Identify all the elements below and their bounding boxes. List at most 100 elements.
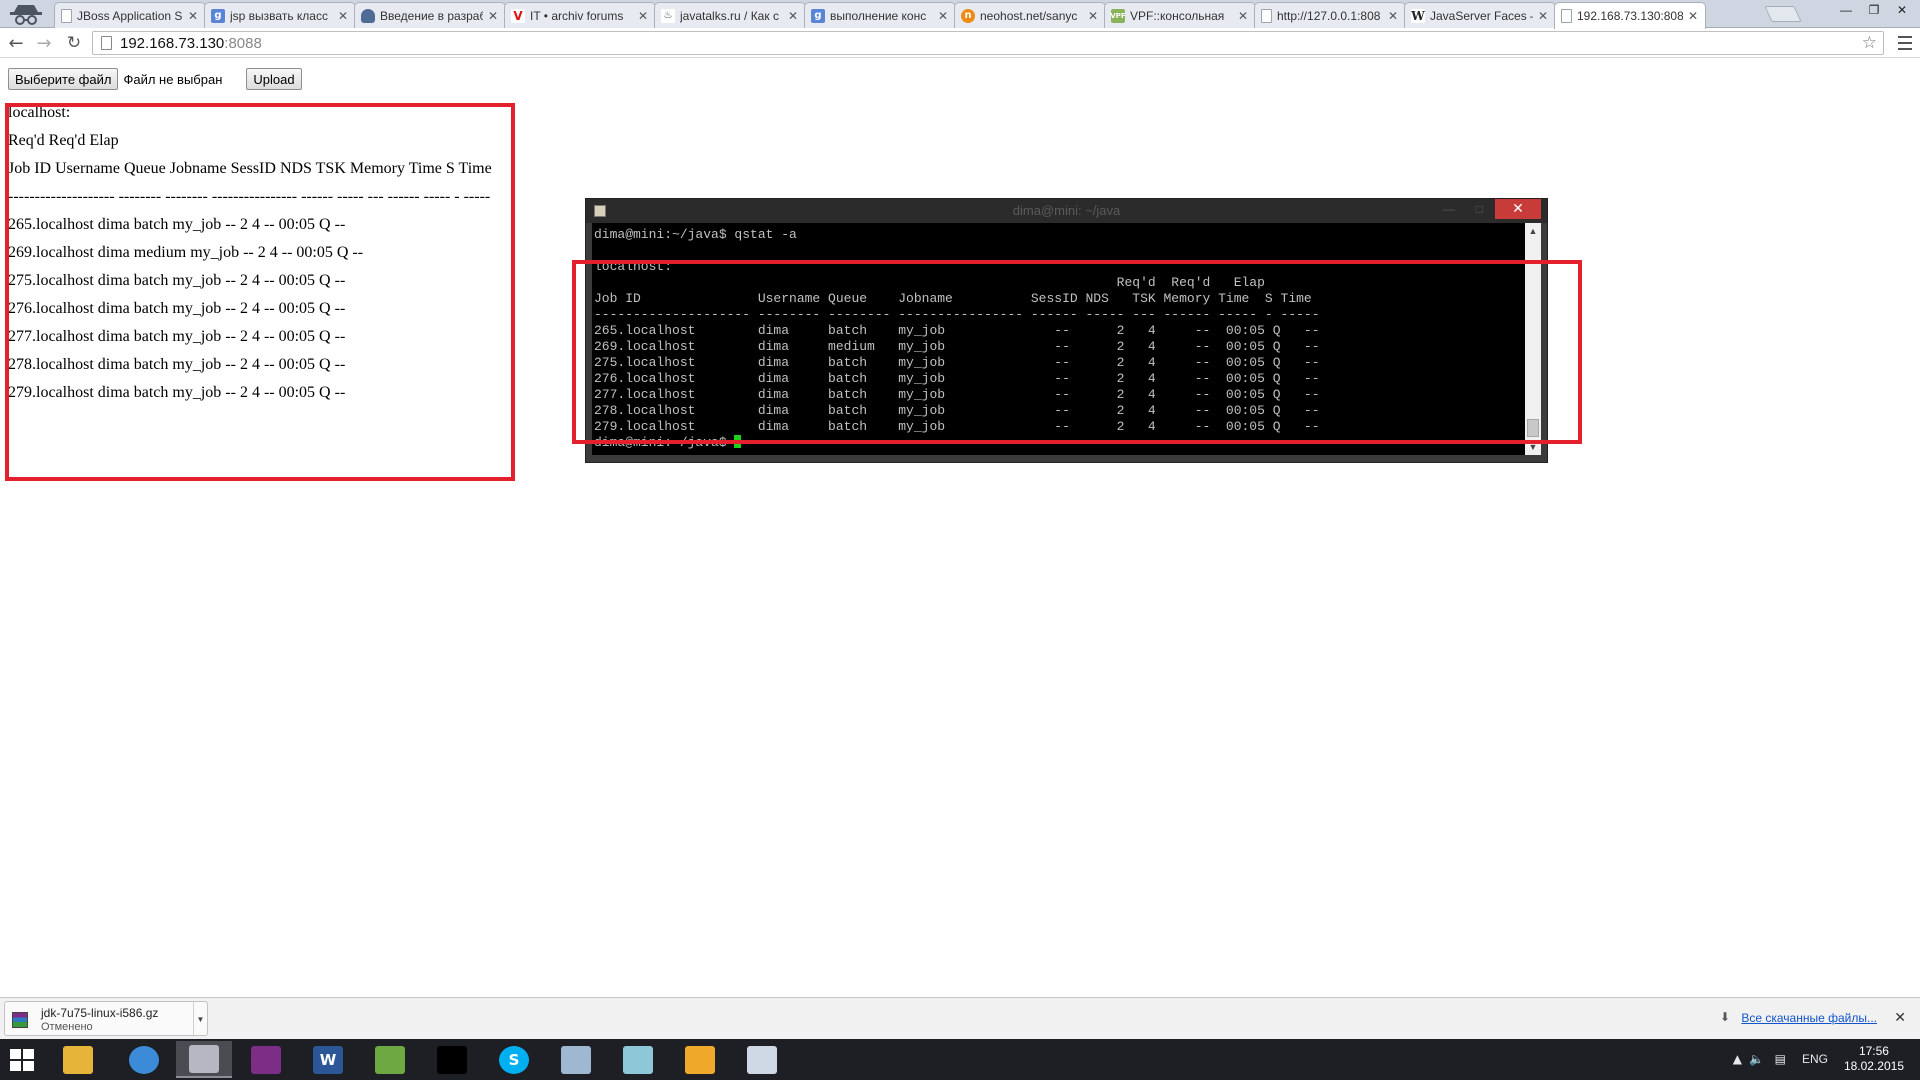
browser-tab[interactable]: n neohost.net/sanyc ✕ (954, 2, 1106, 28)
reload-icon[interactable]: ↻ (62, 32, 86, 54)
show-all-downloads-link[interactable]: Все скачанные файлы... (1741, 1011, 1877, 1025)
wikipedia-icon: W (1411, 8, 1425, 23)
minimize-icon[interactable]: — (1832, 0, 1860, 20)
tab-close-icon[interactable]: ✕ (1087, 9, 1099, 23)
forward-arrow-icon[interactable]: → (32, 32, 56, 54)
browser-tab[interactable]: W JavaServer Faces — ✕ (1404, 2, 1556, 28)
clock-time: 17:56 (1858, 1044, 1889, 1058)
document-icon (61, 8, 72, 23)
choose-file-button[interactable]: Выберите файл (8, 68, 119, 90)
taskbar-app[interactable] (610, 1041, 666, 1078)
browser-tab[interactable]: JBoss Application S ✕ (54, 2, 206, 28)
v-icon: V (511, 8, 525, 23)
tab-close-icon[interactable]: ✕ (787, 9, 799, 23)
clock-date: 18.02.2015 (1843, 1059, 1904, 1073)
taskbar-app[interactable] (734, 1041, 790, 1078)
language-indicator[interactable]: ENG (1802, 1052, 1828, 1066)
tab-close-icon[interactable]: ✕ (937, 9, 949, 23)
tab-close-icon[interactable]: ✕ (187, 9, 199, 23)
tab-close-icon[interactable]: ✕ (337, 9, 349, 23)
cmd-icon (437, 1045, 467, 1074)
taskbar-app[interactable] (672, 1041, 728, 1078)
tray-expand-icon[interactable]: ▲ (1733, 1052, 1742, 1066)
maximize-icon[interactable]: □ (1476, 202, 1483, 216)
skype-icon: S (499, 1045, 529, 1074)
taskbar: W S ▲ 🔈 ▤ ENG 17:56 18.02.2015 (0, 1039, 1920, 1080)
winrar-icon (251, 1045, 281, 1074)
tab-title: выполнение конс (830, 8, 927, 23)
incognito-icon (6, 2, 46, 26)
browser-tab[interactable]: V IT • archiv forums ✕ (504, 2, 656, 28)
browser-tab[interactable]: ♨ javatalks.ru / Как с ✕ (654, 2, 806, 28)
eraser-icon (623, 1045, 653, 1074)
network-icon[interactable]: ▤ (1775, 1052, 1786, 1066)
close-icon[interactable]: ✕ (1495, 199, 1541, 219)
browser-tab[interactable]: g jsp вызвать класс ✕ (204, 2, 356, 28)
tab-close-icon[interactable]: ✕ (487, 9, 499, 23)
minimize-icon[interactable]: — (1443, 202, 1455, 216)
taskbar-app[interactable] (176, 1041, 232, 1078)
address-bar[interactable]: 192.168.73.130:8088 ☆ (92, 31, 1884, 55)
taskbar-app[interactable] (548, 1041, 604, 1078)
close-shelf-icon[interactable]: ✕ (1894, 1009, 1906, 1026)
taskbar-app[interactable] (116, 1041, 172, 1078)
tab-list: JBoss Application S ✕ g jsp вызвать класс ✕ В… (54, 2, 1706, 29)
notepad-icon (375, 1045, 405, 1074)
url-text[interactable]: 192.168.73.130:8088 (120, 35, 262, 52)
virtualbox-icon (561, 1045, 591, 1074)
tab-title: 192.168.73.130:8088 (1577, 9, 1683, 23)
scroll-up-icon[interactable]: ▲ (1525, 223, 1541, 239)
neohost-icon: n (961, 8, 975, 23)
archive-file-icon (12, 1012, 28, 1028)
taskbar-app[interactable] (362, 1041, 418, 1078)
tab-close-icon[interactable]: ✕ (1687, 9, 1699, 23)
tab-close-icon[interactable]: ✕ (637, 9, 649, 23)
google-icon: g (211, 8, 225, 23)
browser-tab[interactable]: http://127.0.0.1:808 ✕ (1254, 2, 1406, 28)
tab-close-icon[interactable]: ✕ (1387, 9, 1399, 23)
new-tab-button[interactable] (1764, 6, 1802, 22)
tab-close-icon[interactable]: ✕ (1537, 9, 1549, 23)
taskbar-app[interactable]: S (486, 1041, 542, 1078)
browser-tab[interactable]: 192.168.73.130:8088 ✕ (1554, 2, 1706, 29)
taskbar-app[interactable] (424, 1041, 480, 1078)
taskbar-app[interactable] (238, 1041, 294, 1078)
file-explorer-icon (63, 1045, 93, 1074)
page-icon (101, 36, 112, 50)
download-status: Отменено (41, 1021, 93, 1033)
bookmark-star-icon[interactable]: ☆ (1862, 33, 1877, 53)
taskbar-app[interactable] (50, 1041, 106, 1078)
shield-icon (361, 8, 375, 23)
taskbar-app[interactable]: W (300, 1041, 356, 1078)
chevron-down-icon[interactable]: ▼ (193, 1002, 207, 1037)
terminal-title: dima@mini: ~/java (1012, 203, 1121, 218)
restore-icon[interactable]: ❐ (1860, 0, 1888, 20)
download-shelf: jdk-7u75-linux-i586.gz Отменено ▼ ⬇ Все … (0, 997, 1920, 1039)
close-window-icon[interactable]: ✕ (1888, 0, 1916, 20)
chrome-icon (129, 1045, 159, 1074)
browser-tab[interactable]: Введение в разраб ✕ (354, 2, 506, 28)
menu-icon[interactable] (1898, 34, 1912, 52)
tab-strip: JBoss Application S ✕ g jsp вызвать класс ✕ В… (0, 0, 1920, 29)
window-app-icon (685, 1045, 715, 1074)
terminal-titlebar[interactable]: dima@mini: ~/java — □ ✕ (586, 199, 1547, 223)
windows-start-icon[interactable] (10, 1049, 34, 1071)
browser-tab[interactable]: g выполнение конс ✕ (804, 2, 956, 28)
vpf-icon: VPF (1110, 8, 1126, 23)
tab-close-icon[interactable]: ✕ (1237, 9, 1249, 23)
volume-icon[interactable]: 🔈 (1749, 1052, 1764, 1066)
tab-title: IT • archiv forums (530, 8, 624, 23)
download-item[interactable]: jdk-7u75-linux-i586.gz Отменено ▼ (4, 1001, 208, 1037)
tab-title: JBoss Application S (77, 8, 183, 23)
upload-button[interactable]: Upload (246, 68, 302, 90)
clock[interactable]: 17:56 18.02.2015 (1844, 1044, 1904, 1074)
window-controls: — ❐ ✕ (1832, 0, 1916, 20)
back-arrow-icon[interactable]: ← (4, 32, 28, 54)
browser-tab[interactable]: VPF VPF::консольная ✕ (1104, 2, 1256, 28)
document-icon (1561, 9, 1572, 23)
tab-title: http://127.0.0.1:808 (1277, 8, 1381, 23)
putty-icon (189, 1044, 219, 1073)
highlight-box-terminal (572, 260, 1582, 444)
tab-title: javatalks.ru / Как с (680, 8, 779, 23)
file-status-text: Файл не выбран (123, 71, 223, 87)
